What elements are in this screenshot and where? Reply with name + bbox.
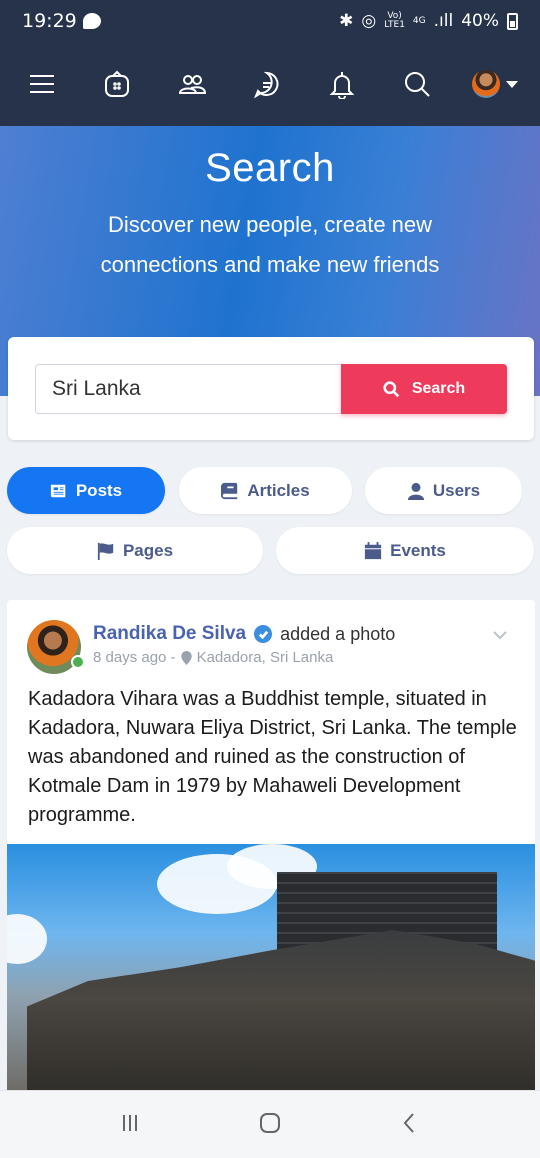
post-location: Kadadora, Sri Lanka <box>196 649 334 666</box>
tab-pages[interactable]: Pages <box>7 527 263 574</box>
chat-notification-icon <box>82 13 101 29</box>
signal-icon: .ıll <box>433 11 454 31</box>
status-bar: 19:29 ✱ ◎ Vo) LTE1 4G .ıll 40% <box>0 0 540 42</box>
back-icon[interactable] <box>398 1111 422 1139</box>
tab-label: Users <box>432 480 481 500</box>
post-meta: 8 days ago - Kadadora, Sri Lanka <box>93 649 333 666</box>
articles-icon <box>221 482 238 499</box>
battery-icon <box>507 12 518 30</box>
avatar <box>472 70 500 98</box>
posts-icon <box>50 484 66 497</box>
post-author-name[interactable]: Randika De Silva <box>93 623 246 645</box>
menu-icon[interactable] <box>22 64 62 104</box>
tab-users[interactable]: Users <box>365 467 522 514</box>
account-menu[interactable] <box>472 70 518 98</box>
post-action: added a photo <box>280 623 396 644</box>
online-status-indicator <box>71 655 85 669</box>
flag-icon <box>97 542 114 560</box>
home-button-icon[interactable] <box>258 1111 282 1139</box>
tab-articles[interactable]: Articles <box>179 467 352 514</box>
search-button-icon <box>383 380 400 397</box>
search-icon[interactable] <box>397 64 437 104</box>
chevron-down-icon <box>506 80 518 88</box>
post-text: Kadadora Vihara was a Buddhist temple, s… <box>28 688 517 826</box>
home-icon[interactable] <box>97 64 137 104</box>
notifications-icon[interactable] <box>322 64 362 104</box>
tab-label: Articles <box>247 480 310 500</box>
calendar-icon <box>365 541 382 559</box>
system-navigation-bar <box>0 1090 540 1158</box>
app-navbar <box>0 42 540 126</box>
tab-events[interactable]: Events <box>276 527 534 574</box>
user-icon <box>407 482 424 500</box>
hotspot-icon: ◎ <box>361 11 377 31</box>
post-photo[interactable] <box>7 844 535 1100</box>
verified-badge-icon <box>254 625 273 643</box>
tab-label: Pages <box>122 540 174 560</box>
battery-percent: 40% <box>461 11 499 31</box>
page-subtitle: Discover new people, create new connecti… <box>100 212 440 277</box>
location-pin-icon <box>180 650 192 665</box>
post-card: Randika De Silva added a photo 8 days ag… <box>7 600 535 1100</box>
post-options-chevron-icon[interactable] <box>491 626 509 644</box>
volte-bottom: LTE1 <box>384 20 405 30</box>
search-input[interactable] <box>35 364 342 414</box>
volte-indicator: Vo) LTE1 <box>384 12 405 30</box>
search-button-label: Search <box>411 380 466 397</box>
tab-label: Events <box>390 540 446 560</box>
friends-icon[interactable] <box>172 64 212 104</box>
status-indicators: ✱ ◎ Vo) LTE1 4G .ıll 40% <box>339 11 518 31</box>
status-time: 19:29 <box>22 10 77 32</box>
tab-label: Posts <box>75 480 123 500</box>
tab-posts[interactable]: Posts <box>7 467 165 514</box>
post-time[interactable]: 8 days ago - <box>93 649 176 666</box>
messages-icon[interactable] <box>247 64 287 104</box>
search-button[interactable]: Search <box>341 364 507 414</box>
post-header: Randika De Silva added a photo <box>93 623 395 645</box>
search-card: Search <box>8 337 534 440</box>
bluetooth-icon: ✱ <box>339 11 354 31</box>
page-title: Search <box>205 146 335 190</box>
net-gen: 4G <box>412 15 426 26</box>
recent-apps-icon[interactable] <box>118 1111 142 1139</box>
